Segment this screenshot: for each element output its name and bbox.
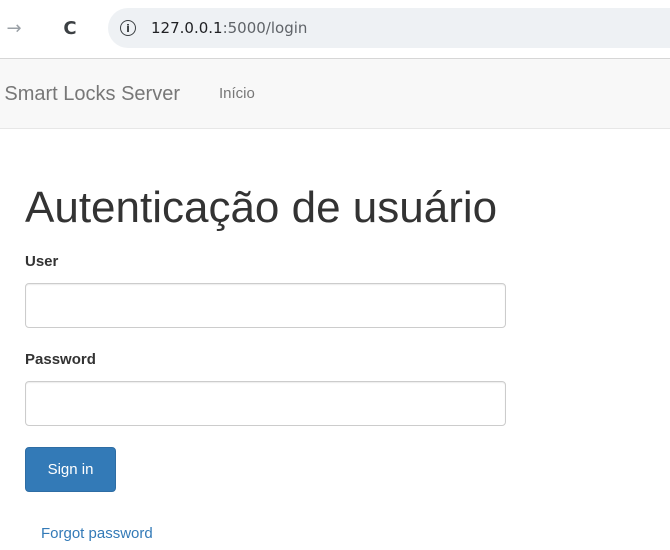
password-label: Password: [25, 351, 96, 368]
url-path: :5000/login: [222, 19, 308, 37]
app-navbar: Smart Locks Server Início: [0, 59, 670, 129]
address-bar[interactable]: i 127.0.0.1:5000/login: [108, 8, 670, 48]
url-text[interactable]: 127.0.0.1:5000/login: [151, 19, 307, 37]
reload-icon: C: [63, 17, 77, 39]
url-host: 127.0.0.1: [151, 19, 223, 37]
page-title: Autenticação de usuário: [25, 183, 498, 232]
info-icon[interactable]: i: [120, 20, 136, 36]
password-input[interactable]: [25, 381, 506, 426]
user-input[interactable]: [25, 283, 506, 328]
navbar-brand[interactable]: Smart Locks Server: [4, 83, 180, 105]
arrow-right-icon: →: [6, 17, 22, 39]
user-label: User: [25, 253, 59, 270]
browser-toolbar: → C i 127.0.0.1:5000/login: [0, 0, 670, 59]
sign-in-button[interactable]: Sign in: [25, 447, 116, 492]
reload-button[interactable]: C: [56, 14, 84, 42]
forgot-password-link[interactable]: Forgot password: [41, 525, 153, 543]
forward-button[interactable]: →: [0, 14, 28, 42]
nav-link-inicio[interactable]: Início: [219, 85, 255, 103]
